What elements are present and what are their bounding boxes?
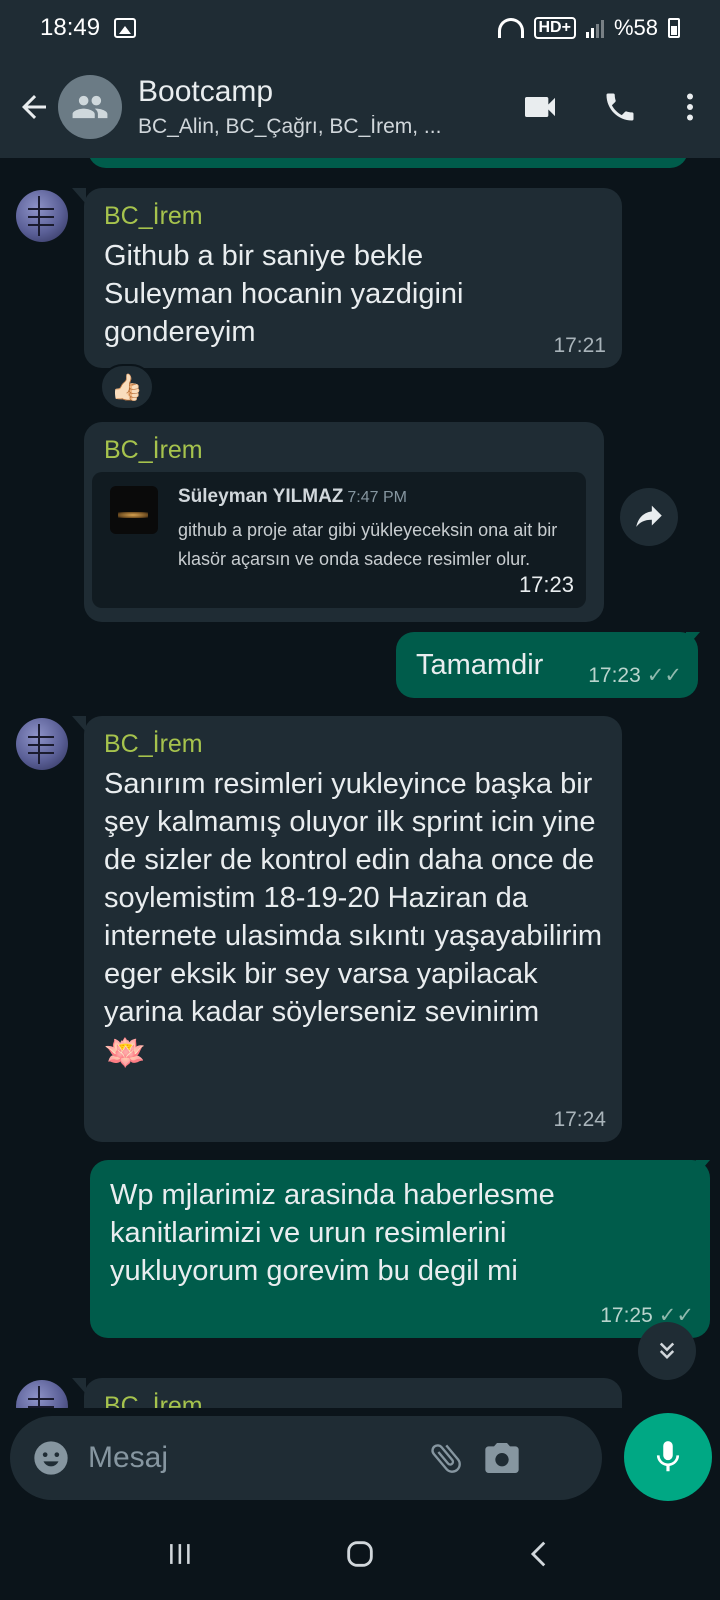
chat-header: Bootcamp BC_Alin, BC_Çağrı, BC_İrem, ... [0,56,720,158]
message-time-value: 17:23 [588,664,641,687]
quoted-message[interactable]: Süleyman YILMAZ 7:47 PM github a proje at… [92,472,586,608]
gallery-notification-icon [114,18,137,38]
quote-author-name: Süleyman YILMAZ [178,486,344,507]
sender-avatar[interactable] [16,718,68,770]
message-time: 17:21 [553,334,606,357]
scroll-to-bottom-button[interactable] [638,1322,696,1380]
message-bubble-in[interactable]: BC_İrem [84,1378,622,1408]
more-vert-icon[interactable] [660,77,720,137]
sender-avatar[interactable] [16,1380,68,1408]
message-list[interactable]: BC_İrem Github a bir saniye bekle Suleym… [0,158,720,1408]
forward-icon[interactable] [620,488,678,546]
recent-apps-icon[interactable] [140,1524,220,1584]
camera-icon[interactable] [474,1430,530,1486]
message-text: Wp mjlarimiz arasinda haberlesme kanitla… [110,1179,555,1287]
message-time: 17:24 [553,1108,606,1131]
message-time-value: 17:25 [600,1304,653,1327]
wifi-icon [497,18,524,38]
battery-percent: %58 [613,15,658,40]
message-text: Github a bir saniye bekle Suleyman hocan… [104,240,464,348]
message-time: 17:23 [518,572,574,597]
message-bubble-out[interactable]: Tamamdir 17:23 ✓✓ [396,632,698,698]
home-icon[interactable] [320,1524,400,1584]
read-ticks-icon: ✓✓ [646,664,682,687]
network-type: HD+ [533,17,576,39]
message-bubble-out[interactable] [88,158,688,168]
quote-author: Süleyman YILMAZ 7:47 PM [178,486,407,508]
status-time: 18:49 [40,14,101,41]
sender-avatar[interactable] [16,190,68,242]
chat-title: Bootcamp [138,75,274,108]
message-bubble-out[interactable]: Wp mjlarimiz arasinda haberlesme kanitla… [90,1160,710,1338]
system-nav-bar [0,1508,720,1600]
mic-icon[interactable] [624,1413,712,1501]
sender-name[interactable]: BC_İrem [104,730,602,759]
quote-text: github a proje atar gibi yükleyeceksin o… [178,520,558,569]
battery-icon [668,18,680,38]
emoji-icon[interactable] [26,1433,76,1483]
message-composer [10,1416,602,1500]
message-bubble-in[interactable]: BC_İrem Sanırım resimleri yukleyince baş… [84,716,622,1142]
message-time: 17:23 ✓✓ [588,663,682,688]
message-text: Sanırım resimleri yukleyince başka bir ş… [104,768,603,1028]
sender-name[interactable]: BC_İrem [104,1392,602,1408]
signal-icon [585,18,604,38]
reaction-badge[interactable]: 👍🏻 [100,364,154,410]
sender-name[interactable]: BC_İrem [104,202,602,231]
status-bar: 18:49 HD+ %58 [0,0,720,56]
message-input[interactable] [88,1433,418,1483]
chat-title-block[interactable]: Bootcamp BC_Alin, BC_Çağrı, BC_İrem, ... [138,75,468,139]
chat-members: BC_Alin, BC_Çağrı, BC_İrem, ... [138,115,442,138]
phone-icon[interactable] [580,77,660,137]
lotus-emoji: 🪷 [104,1034,147,1072]
sender-name[interactable]: BC_İrem [104,436,584,465]
quote-thumbnail [110,486,158,534]
group-avatar-icon[interactable] [58,75,122,139]
message-bubble-in[interactable]: BC_İrem Github a bir saniye bekle Suleym… [84,188,622,368]
video-call-icon[interactable] [500,77,580,137]
attach-icon[interactable] [418,1430,474,1486]
back-nav-icon[interactable] [500,1524,580,1584]
header-actions [500,77,720,137]
back-arrow-icon[interactable] [4,77,64,137]
quote-time: 7:47 PM [347,489,407,506]
status-right: HD+ %58 [497,15,680,41]
